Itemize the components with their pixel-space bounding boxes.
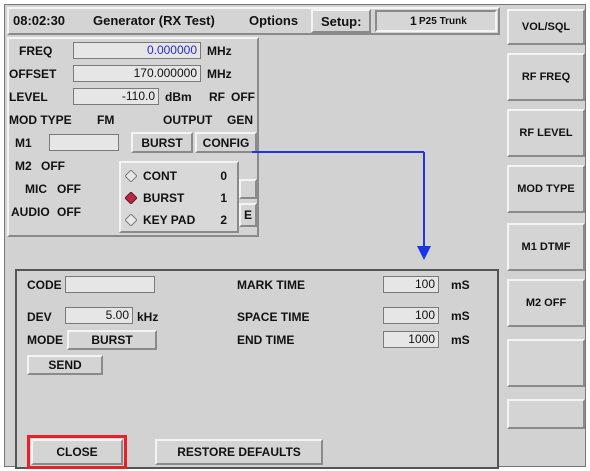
space-time-field[interactable]: 100 [383, 307, 439, 324]
output-label: OUTPUT [163, 113, 213, 127]
screen-title: Generator (RX Test) [93, 13, 215, 28]
softkey-mod-type[interactable]: MOD TYPE [507, 165, 585, 213]
setup-mode: P25 Trunk [419, 15, 467, 27]
menu-item-cont-label: CONT [143, 169, 177, 183]
close-highlight-box [27, 435, 127, 469]
mark-time-label: MARK TIME [237, 278, 305, 292]
mark-time-field[interactable]: 100 [383, 276, 439, 293]
clock-time: 08:02:30 [13, 13, 66, 28]
end-time-unit: mS [451, 333, 470, 347]
dev-field[interactable]: 5.00 [65, 307, 133, 324]
dev-unit: kHz [137, 310, 159, 324]
m1-burst-button[interactable]: BURST [131, 132, 193, 153]
code-field[interactable] [65, 276, 155, 293]
mode-value: BURST [91, 333, 133, 347]
end-time-field[interactable]: 1000 [383, 331, 439, 348]
setup-value-field[interactable]: 1 P25 Trunk [375, 10, 497, 32]
freq-label: FREQ [19, 44, 53, 58]
m1-config-button[interactable]: CONFIG [195, 132, 257, 153]
softkey-m2-off[interactable]: M2 OFF [507, 279, 585, 327]
m2-label: M2 [15, 159, 32, 173]
restore-defaults-button[interactable]: RESTORE DEFAULTS [155, 439, 323, 465]
code-label: CODE [27, 278, 62, 292]
menu-item-keypad-label: KEY PAD [143, 213, 196, 227]
audio-label: AUDIO [11, 205, 50, 219]
freq-field[interactable]: 0.000000 [73, 42, 201, 59]
menu-item-burst-label: BURST [143, 191, 185, 205]
mic-label: MIC [25, 182, 47, 196]
m2-state[interactable]: OFF [41, 158, 65, 174]
m1-config-text: CONFIG [202, 135, 250, 150]
menu-item-keypad-key: 2 [220, 213, 227, 227]
softkey-vol-sql[interactable]: VOL/SQL [507, 9, 585, 45]
mark-time-unit: mS [451, 278, 470, 292]
offset-field[interactable]: 170.000000 [73, 65, 201, 82]
setup-number: 1 [410, 14, 417, 28]
obscured-button-1[interactable] [239, 179, 257, 199]
level-unit: dBm [165, 90, 192, 104]
options-menu[interactable]: Options [249, 13, 298, 29]
mic-state[interactable]: OFF [57, 181, 81, 197]
obscured-button-2[interactable]: E [239, 203, 257, 227]
m1-field[interactable] [49, 134, 119, 151]
modtype-value[interactable]: FM [97, 112, 114, 128]
rf-label: RF [209, 90, 225, 104]
menu-item-burst[interactable]: BURST 1 [121, 187, 235, 209]
softkey-rf-level[interactable]: RF LEVEL [507, 109, 585, 157]
offset-unit: MHz [207, 67, 232, 81]
modtype-label: MOD TYPE [9, 113, 72, 127]
instrument-screen: 08:02:30 Generator (RX Test) Options Set… [4, 4, 586, 469]
restore-defaults-label: RESTORE DEFAULTS [177, 445, 301, 459]
softkey-m1-dtmf[interactable]: M1 DTMF [507, 223, 585, 271]
mode-label: MODE [27, 333, 63, 347]
output-value[interactable]: GEN [227, 112, 253, 128]
audio-state[interactable]: OFF [57, 204, 81, 220]
softkey-blank-2[interactable] [507, 399, 585, 429]
menu-item-keypad[interactable]: KEY PAD 2 [121, 209, 235, 231]
space-time-label: SPACE TIME [237, 310, 310, 324]
m1-mode-text: BURST [141, 135, 183, 150]
send-label: SEND [48, 358, 82, 372]
end-time-label: END TIME [237, 333, 295, 347]
dev-label: DEV [27, 310, 52, 324]
m1-label: M1 [15, 136, 32, 150]
radio-unselected-icon [125, 170, 137, 182]
screenshot-frame: 08:02:30 Generator (RX Test) Options Set… [0, 0, 590, 471]
setup-button[interactable]: Setup: [311, 9, 371, 33]
rf-state[interactable]: OFF [231, 89, 255, 105]
send-button[interactable]: SEND [27, 355, 103, 375]
radio-unselected-icon [125, 214, 137, 226]
mode-button[interactable]: BURST [67, 330, 157, 350]
softkey-blank-1[interactable] [507, 339, 585, 387]
level-label: LEVEL [9, 90, 48, 104]
radio-selected-icon [125, 192, 137, 204]
setup-label: Setup: [321, 13, 362, 29]
m1-mode-popup-menu: CONT 0 BURST 1 KEY PAD 2 [119, 161, 239, 233]
menu-item-cont-key: 0 [220, 169, 227, 183]
space-time-unit: mS [451, 309, 470, 323]
freq-unit: MHz [207, 44, 232, 58]
menu-item-cont[interactable]: CONT 0 [121, 165, 235, 187]
menu-item-burst-key: 1 [220, 191, 227, 205]
level-field[interactable]: -110.0 [73, 88, 159, 105]
offset-label: OFFSET [9, 67, 57, 81]
obscured-button-text: E [243, 208, 252, 222]
softkey-rf-freq[interactable]: RF FREQ [507, 53, 585, 101]
